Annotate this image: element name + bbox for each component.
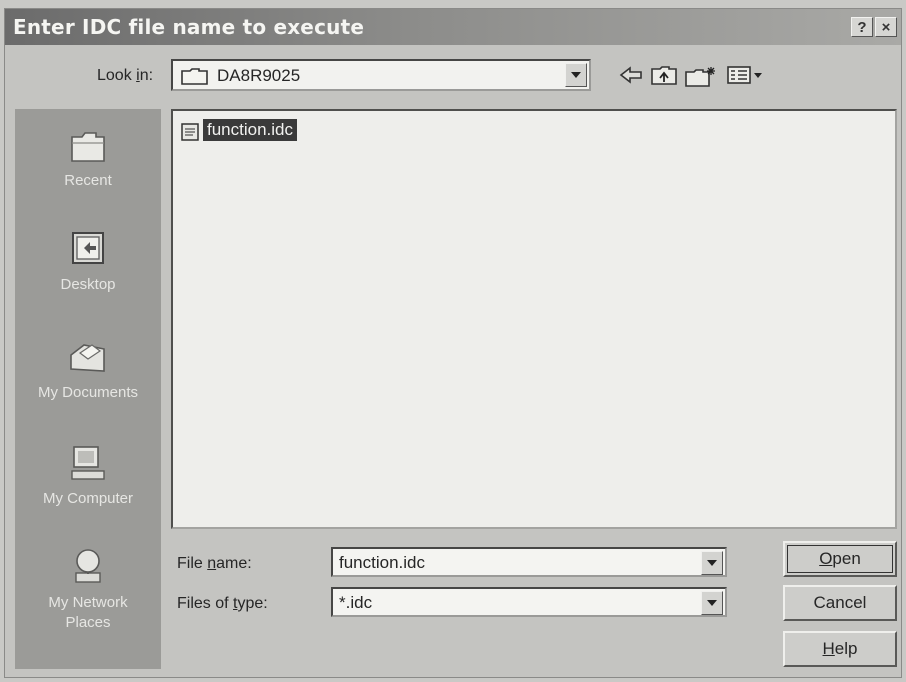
help-button[interactable]: Help [783, 631, 897, 667]
look-in-combo[interactable]: DA8R9025 [171, 59, 591, 91]
network-places-icon [75, 549, 101, 583]
place-recent[interactable]: Recent [15, 123, 161, 191]
folder-icon [181, 67, 209, 90]
look-in-label: Look in: [97, 67, 154, 84]
file-name-value: function.idc [339, 553, 425, 572]
places-bar: Recent Desktop My Documents My Computer … [15, 109, 161, 669]
open-file-dialog: Enter IDC file name to execute ? × Look … [4, 8, 902, 678]
close-button[interactable]: × [875, 17, 897, 37]
my-documents-icon [70, 344, 105, 372]
place-desktop[interactable]: Desktop [15, 227, 161, 295]
title-bar[interactable]: Enter IDC file name to execute ? × [5, 9, 901, 45]
file-type-label: Files of type: [177, 595, 268, 612]
recent-folder-icon [71, 132, 105, 162]
dialog-title: Enter IDC file name to execute [13, 15, 365, 39]
new-folder-icon[interactable] [685, 65, 717, 92]
back-arrow-icon[interactable] [619, 65, 643, 90]
up-folder-icon[interactable] [651, 65, 677, 90]
script-file-icon [181, 123, 199, 146]
place-my-computer[interactable]: My Computer [15, 441, 161, 509]
my-computer-icon [71, 446, 105, 480]
desktop-icon [72, 232, 104, 264]
place-my-documents[interactable]: My Documents [15, 335, 161, 403]
file-type-value: *.idc [339, 593, 373, 612]
chevron-down-icon [571, 72, 581, 78]
file-list[interactable]: function.idc [171, 109, 897, 529]
cancel-button[interactable]: Cancel [783, 585, 897, 621]
view-menu-icon[interactable] [727, 65, 765, 90]
file-name-label: File name: [177, 555, 252, 572]
file-name-dropdown-button[interactable] [701, 551, 723, 575]
file-type-combo[interactable]: *.idc [331, 587, 727, 617]
look-in-value: DA8R9025 [217, 66, 301, 85]
file-item-name: function.idc [203, 119, 297, 141]
file-name-combo[interactable]: function.idc [331, 547, 727, 577]
help-title-button[interactable]: ? [851, 17, 873, 37]
chevron-down-icon [707, 600, 717, 606]
look-in-dropdown-button[interactable] [565, 63, 587, 87]
file-type-dropdown-button[interactable] [701, 591, 723, 615]
place-network-places[interactable]: My Network Places [15, 545, 161, 633]
chevron-down-icon [707, 560, 717, 566]
open-button[interactable]: Open [783, 541, 897, 577]
